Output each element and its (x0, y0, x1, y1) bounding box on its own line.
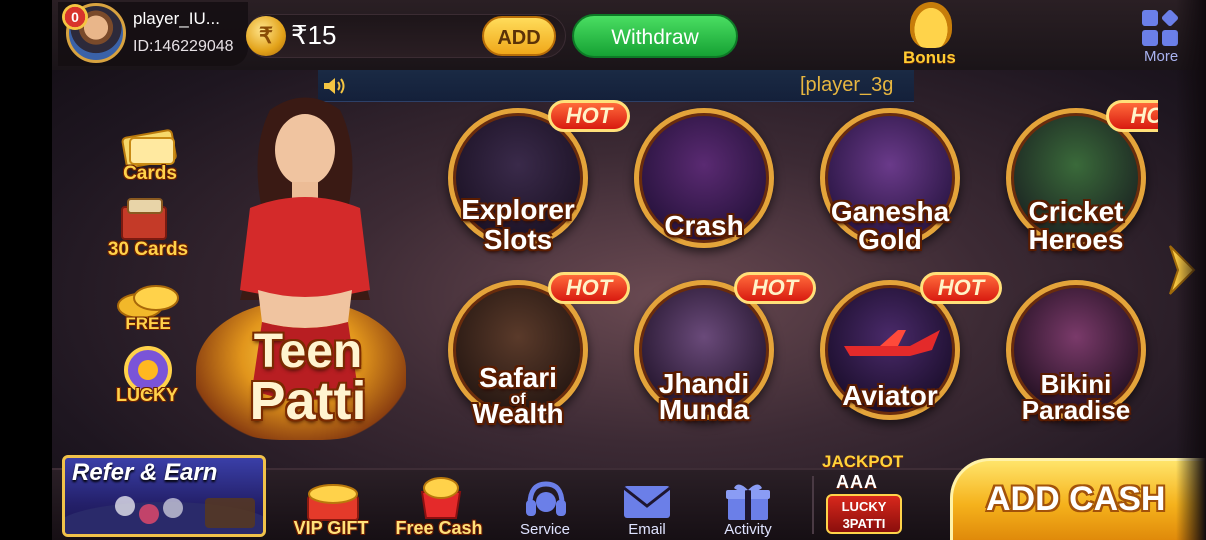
teen-patti-title-line2: Patti (249, 371, 367, 431)
side-menu-cards-label[interactable]: Cards (110, 163, 190, 185)
lucky-3patti-line1: LUCKY (841, 499, 887, 514)
game-title-line2: Gold (858, 224, 922, 255)
30-cards-icon[interactable] (118, 197, 172, 241)
teen-patti-title-line1: Teen (253, 325, 363, 378)
left-edge-bar (0, 0, 52, 540)
game-title-line2: Heroes (1028, 224, 1124, 255)
game-tile-safari-of-wealth[interactable]: HOT Safari of Wealth (438, 272, 630, 432)
service-label[interactable]: Service (500, 521, 590, 538)
side-menu-lucky-label[interactable]: LUCKY (112, 385, 182, 406)
vip-gift-label[interactable]: VIP GIFT (276, 518, 386, 539)
game-title-line2: Paradise (1021, 395, 1131, 425)
lucky-3patti-line2: 3PATTI (842, 516, 886, 531)
refer-and-earn-label[interactable]: Refer & Earn (72, 459, 217, 487)
game-tile-explorer-slots[interactable]: HOT Explorer Slots (438, 100, 630, 260)
plane-icon (844, 330, 940, 356)
nav-divider (812, 476, 814, 534)
hot-badge: HOT (920, 272, 1002, 304)
free-cash-bag-icon[interactable] (414, 474, 468, 520)
bonus-pot-icon[interactable] (910, 2, 952, 48)
add-button[interactable]: ADD (482, 16, 556, 56)
more-grid-icon[interactable] (1142, 8, 1180, 48)
hot-badge: HO (1106, 100, 1158, 132)
game-title-line1: Cricket (1028, 196, 1124, 227)
marquee-text: [player_3g (800, 74, 894, 96)
game-tile-bikini-paradise[interactable]: Bikini Paradise (996, 272, 1158, 432)
game-tile-cricket-heroes[interactable]: HO Cricket Heroes (996, 100, 1158, 260)
player-name: player_IU... (133, 9, 220, 28)
balance-amount: ₹15 (291, 20, 337, 50)
right-edge-shade (1176, 0, 1206, 540)
rupee-coin-icon: ₹ (246, 16, 286, 56)
game-title-line1: Bikini (1040, 369, 1112, 399)
game-title-line2: Slots (483, 224, 553, 255)
game-title-line1: Aviator (842, 380, 938, 411)
vip-level-badge: 0 (62, 4, 88, 30)
activity-gift-icon[interactable] (724, 480, 772, 522)
side-menu-30-cards-label[interactable]: 30 Cards (100, 239, 196, 261)
add-cash-label[interactable]: ADD CASH (986, 480, 1165, 519)
side-menu-free-label[interactable]: FREE (118, 314, 178, 334)
hot-badge: HOT (548, 100, 630, 132)
hot-badge: HOT (548, 272, 630, 304)
service-headset-icon[interactable] (524, 480, 568, 522)
teen-patti-title[interactable]: Teen Patti (228, 325, 388, 431)
game-title-line1: Ganesha (830, 196, 950, 227)
player-id: ID:146229048 (133, 38, 234, 55)
game-title-line2: Wealth (472, 398, 564, 429)
more-label[interactable]: More (1144, 48, 1178, 65)
game-title-line1: Explorer (461, 194, 575, 225)
jackpot-label: JACKPOT (822, 452, 904, 471)
game-lobby-screen: 0 player_IU... ID:146229048 ₹ ₹15 ADD Wi… (0, 0, 1206, 540)
game-tile-jhandi-munda[interactable]: HOT Jhandi Munda (624, 272, 816, 432)
game-title-line2: Munda (658, 394, 750, 425)
lucky-3patti-badge: LUCKY 3PATTI (826, 494, 902, 534)
jackpot-cards-label: AAA (836, 472, 878, 492)
game-title-line1: Crash (664, 210, 744, 241)
free-cash-label[interactable]: Free Cash (384, 518, 494, 539)
activity-label[interactable]: Activity (703, 521, 793, 538)
game-tile-aviator[interactable]: HOT Aviator (810, 272, 1002, 432)
email-label[interactable]: Email (602, 521, 692, 538)
hot-badge: HOT (734, 272, 816, 304)
withdraw-button[interactable]: Withdraw (572, 14, 738, 58)
bonus-label[interactable]: Bonus (903, 48, 956, 68)
game-tile-ganesha-gold[interactable]: Ganesha Gold (810, 100, 970, 260)
vip-gift-icon[interactable] (302, 482, 364, 522)
game-tile-crash[interactable]: Crash (624, 100, 784, 260)
email-envelope-icon[interactable] (622, 484, 672, 520)
